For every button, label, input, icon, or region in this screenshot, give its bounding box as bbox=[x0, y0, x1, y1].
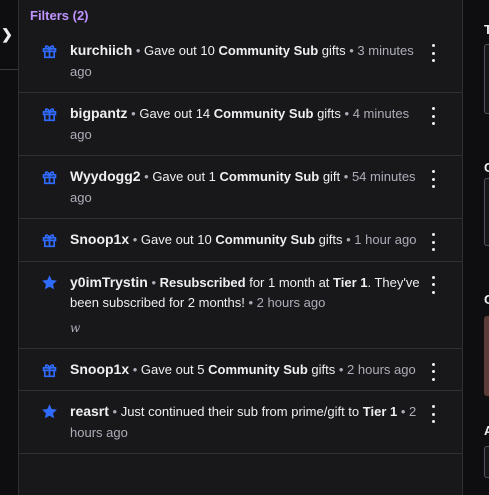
more-options-icon[interactable] bbox=[426, 362, 440, 381]
separator: • bbox=[244, 295, 257, 310]
separator: • bbox=[335, 361, 348, 377]
separator: • bbox=[108, 404, 121, 419]
activity-event: Wyydogg2 • Gave out 1 Community Sub gift… bbox=[19, 156, 462, 219]
rail-divider bbox=[0, 69, 18, 70]
event-text: Gave out 5 bbox=[140, 361, 209, 377]
activity-feed: Filters (2) kurchiich • Gave out 10 Comm… bbox=[19, 0, 463, 495]
event-text: gifts bbox=[313, 106, 341, 121]
panel-section-label: C bbox=[484, 160, 489, 175]
filters-label: Filters (2) bbox=[30, 7, 89, 23]
event-text-bold: Community Sub bbox=[208, 361, 308, 377]
panel-section-label: C bbox=[484, 292, 489, 307]
activity-event: reasrt • Just continued their sub from p… bbox=[19, 391, 462, 454]
gift-icon bbox=[42, 363, 57, 377]
panel-section-label: A bbox=[484, 423, 489, 438]
filters-button[interactable]: Filters (2) bbox=[19, 0, 462, 30]
event-text: Gave out 14 bbox=[139, 106, 214, 121]
event-text: Just continued their sub from prime/gift… bbox=[120, 404, 363, 419]
chevron-right-icon[interactable]: ❯ bbox=[0, 26, 14, 42]
event-text-bold: Community Sub bbox=[213, 106, 314, 121]
event-time: 2 hours ago bbox=[256, 295, 326, 310]
event-text-bold: Tier 1 bbox=[333, 274, 368, 290]
separator: • bbox=[340, 169, 352, 184]
event-text: gifts bbox=[315, 232, 343, 247]
gift-icon bbox=[42, 171, 57, 185]
event-text: Gave out 1 bbox=[152, 169, 220, 184]
panel-section-label: T bbox=[484, 22, 489, 37]
event-username[interactable]: kurchiich bbox=[70, 42, 132, 58]
separator: • bbox=[132, 43, 145, 58]
event-text: Gave out 10 bbox=[144, 43, 219, 58]
more-options-icon[interactable] bbox=[426, 275, 440, 294]
separator: • bbox=[129, 361, 141, 377]
event-text-bold: Tier 1 bbox=[362, 404, 398, 419]
activity-event: Snoop1x • Gave out 5 Community Sub gifts… bbox=[19, 349, 462, 391]
gift-icon bbox=[42, 108, 57, 122]
event-username[interactable]: reasrt bbox=[70, 403, 109, 419]
star-icon bbox=[42, 404, 57, 419]
event-time: 1 hour ago bbox=[354, 232, 417, 247]
event-text: gifts bbox=[307, 361, 336, 377]
event-text: gift bbox=[319, 169, 341, 184]
separator: • bbox=[397, 404, 409, 419]
separator: • bbox=[140, 169, 153, 184]
separator: • bbox=[129, 232, 141, 247]
event-text-bold: Resubscribed bbox=[159, 274, 246, 290]
more-options-icon[interactable] bbox=[426, 170, 440, 188]
separator: • bbox=[340, 106, 353, 121]
gift-icon bbox=[42, 45, 57, 59]
left-rail: ❯ bbox=[0, 0, 19, 495]
panel-thumbnail[interactable] bbox=[484, 316, 489, 396]
separator: • bbox=[342, 232, 355, 247]
activity-event: kurchiich • Gave out 10 Community Sub gi… bbox=[19, 30, 462, 93]
separator: • bbox=[345, 43, 358, 58]
more-options-icon[interactable] bbox=[426, 233, 440, 251]
more-options-icon[interactable] bbox=[426, 107, 440, 125]
right-panel: T C C A bbox=[463, 0, 489, 495]
activity-event: Snoop1x • Gave out 10 Community Sub gift… bbox=[19, 219, 462, 262]
more-options-icon[interactable] bbox=[426, 44, 440, 62]
star-icon bbox=[42, 274, 57, 289]
gift-icon bbox=[42, 234, 57, 248]
panel-input[interactable] bbox=[484, 44, 489, 114]
more-options-icon[interactable] bbox=[426, 405, 440, 423]
panel-input[interactable] bbox=[484, 446, 489, 478]
event-text-bold: Community Sub bbox=[219, 169, 320, 184]
separator: • bbox=[127, 106, 140, 121]
event-text: Gave out 10 bbox=[140, 232, 216, 247]
panel-input[interactable] bbox=[484, 178, 489, 246]
event-text-bold: Community Sub bbox=[215, 232, 316, 247]
separator: • bbox=[147, 274, 160, 290]
event-text-bold: Community Sub bbox=[218, 43, 319, 58]
activity-event: y0imTrystin • Resubscribed for 1 month a… bbox=[19, 262, 462, 349]
event-text: for 1 month at bbox=[245, 274, 334, 290]
event-username[interactable]: Snoop1x bbox=[70, 361, 129, 377]
event-text: gifts bbox=[318, 43, 346, 58]
resub-message: w bbox=[70, 320, 81, 335]
event-time: 2 hours ago bbox=[347, 361, 416, 377]
activity-event: bigpantz • Gave out 14 Community Sub gif… bbox=[19, 93, 462, 156]
event-username[interactable]: Wyydogg2 bbox=[70, 168, 141, 184]
event-username[interactable]: Snoop1x bbox=[70, 231, 129, 247]
event-username[interactable]: y0imTrystin bbox=[70, 274, 148, 290]
event-username[interactable]: bigpantz bbox=[70, 105, 128, 121]
